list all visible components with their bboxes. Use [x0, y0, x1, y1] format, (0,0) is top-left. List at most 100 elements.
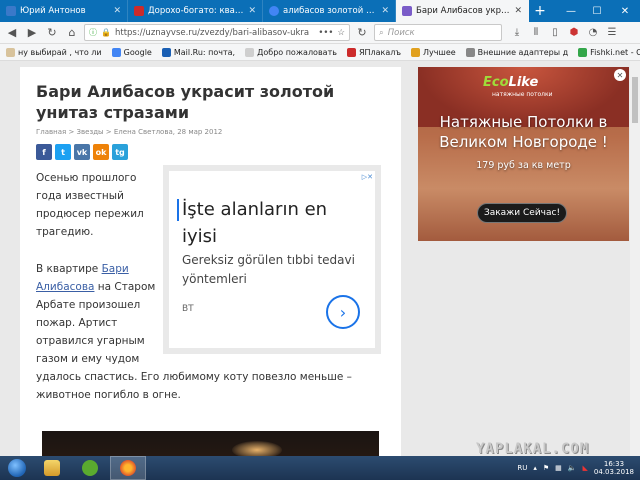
close-tab-icon[interactable]: ✕	[514, 6, 522, 16]
scrollbar-thumb[interactable]	[632, 77, 638, 123]
share-buttons: f t vk ok tg	[36, 144, 128, 160]
tab-yuriy-antonov[interactable]: Юрий Антонов ✕	[0, 0, 128, 22]
show-hidden-icons-icon[interactable]: ▴	[533, 464, 537, 472]
home-icon[interactable]: ⌂	[64, 25, 80, 41]
adblock-icon[interactable]: ⬢	[567, 26, 581, 40]
logo-part: Eco	[483, 75, 509, 90]
library-icon[interactable]: ⫴	[529, 26, 543, 40]
new-tab-button[interactable]: +	[529, 0, 551, 22]
url-text: https://uznayvse.ru/zvezdy/bari-alibasov…	[114, 27, 310, 38]
forward-icon[interactable]: ▶	[24, 25, 40, 41]
address-bar[interactable]: ⓘ 🔒 https://uznayvse.ru/zvezdy/bari-alib…	[84, 24, 350, 41]
bookmark-label: Google	[123, 47, 152, 57]
side-ad-banner[interactable]: EcoLike натяжные потолки Натяжные Потолк…	[418, 67, 629, 241]
maximize-icon[interactable]: ☐	[584, 0, 610, 22]
fishki-icon	[578, 47, 588, 57]
site-favicon-icon	[134, 6, 144, 16]
page-icon	[245, 47, 255, 57]
sidebar-icon[interactable]: ▯	[548, 26, 562, 40]
bookmark-star-icon[interactable]: ☆	[337, 28, 345, 38]
bookmark-item[interactable]: Google	[111, 47, 152, 57]
clock[interactable]: 16:33 04.03.2018	[594, 460, 634, 476]
bookmark-item[interactable]: ну выбирай , что ли	[6, 47, 102, 57]
telegram-share-icon[interactable]: tg	[112, 144, 128, 160]
adchoices-icon[interactable]: ▷✕	[362, 173, 373, 181]
volume-icon[interactable]: 🔈	[568, 464, 577, 472]
page-scrollbar[interactable]	[630, 61, 640, 456]
bookmark-item[interactable]: Mail.Ru: почта,	[161, 47, 236, 57]
tab-dorogo-bogato[interactable]: Дороxo-богато: квартира и ✕	[128, 0, 263, 22]
chevron-right-icon[interactable]: ›	[326, 295, 360, 329]
search-placeholder: Поиск	[387, 27, 415, 38]
close-tab-icon[interactable]: ✕	[381, 6, 389, 16]
start-button[interactable]	[0, 456, 34, 480]
close-ad-icon[interactable]: ✕	[614, 69, 626, 81]
extension-icon[interactable]: ◔	[586, 26, 600, 40]
facebook-share-icon[interactable]: f	[36, 144, 52, 160]
vk-favicon-icon	[6, 6, 16, 16]
bookmark-label: ЯПлакалъ	[358, 47, 402, 57]
text-span: на Старом Арбате произошел пожар. Артист…	[36, 281, 156, 365]
ad-headline: İşte alanların en iyisi	[182, 199, 328, 247]
ad-tagline: натяжные потолки	[492, 91, 553, 98]
tab-label: алибасов золотой унитаз	[283, 6, 377, 16]
tab-label: Бари Алибасов украсит зо	[416, 6, 511, 16]
back-icon[interactable]: ◀	[4, 25, 20, 41]
tab-label: Дороxo-богато: квартира и	[148, 6, 244, 16]
flag-icon[interactable]: ⚑	[543, 464, 549, 472]
taskbar-utorrent[interactable]	[72, 456, 108, 480]
folder-icon	[6, 47, 15, 57]
order-now-button[interactable]: Закажи Сейчас!	[477, 203, 567, 223]
bookmark-item[interactable]: Fishki.net - Сайт хоро	[578, 47, 640, 57]
bookmark-item[interactable]: Лучшее	[411, 47, 456, 57]
minimize-icon[interactable]: —	[558, 0, 584, 22]
bookmark-label: Добро пожаловать	[257, 47, 337, 57]
page-actions-icon[interactable]: •••	[318, 28, 333, 38]
mailru-icon	[161, 47, 171, 57]
network-icon[interactable]: ▦	[555, 464, 562, 472]
ok-share-icon[interactable]: ok	[93, 144, 109, 160]
vk-share-icon[interactable]: vk	[74, 144, 90, 160]
watermark: YAPLAKAL.COM	[476, 441, 590, 457]
google-icon	[111, 47, 121, 57]
inline-ad[interactable]: ▷✕ İşte alanların en iyisi Gereksiz görü…	[163, 165, 381, 354]
ad-body: Gereksiz görülen tıbbi tedavi yöntemleri	[182, 253, 355, 286]
yaplakal-icon	[346, 47, 356, 57]
tab-bar: Юрий Антонов ✕ Дороxo-богато: квартира и…	[0, 0, 640, 22]
downloads-icon[interactable]: ⤓	[510, 26, 524, 40]
antivirus-icon[interactable]: ◣	[583, 464, 588, 472]
article-paragraph: Осенью прошлого года известный продюсер …	[36, 172, 144, 238]
reload-icon[interactable]: ↻	[44, 25, 60, 41]
breadcrumb[interactable]: Главная > Звезды > Елена Светлова, 28 ма…	[36, 128, 222, 136]
lock-icon: 🔒	[101, 28, 111, 37]
bookmark-item[interactable]: Внешние адаптеры д	[465, 47, 568, 57]
utorrent-icon	[82, 460, 98, 476]
bookmark-label: Лучшее	[423, 47, 456, 57]
close-tab-icon[interactable]: ✕	[113, 6, 121, 16]
info-icon[interactable]: ⓘ	[89, 27, 97, 38]
firefox-icon	[120, 460, 136, 476]
bookmark-item[interactable]: Добро пожаловать	[245, 47, 337, 57]
site-favicon-icon	[402, 6, 412, 16]
article-paragraph: удалось спастись. Его любимому коту пове…	[36, 371, 352, 401]
bookmark-label: Fishki.net - Сайт хоро	[590, 47, 640, 57]
taskbar-firefox[interactable]	[110, 456, 146, 480]
reload-page-icon[interactable]: ↻	[354, 25, 370, 41]
page-icon	[465, 47, 475, 57]
tab-active-article[interactable]: Бари Алибасов украсит зо ✕	[396, 0, 529, 22]
ad-source: BT	[182, 304, 194, 314]
folder-icon	[44, 460, 60, 476]
close-tab-icon[interactable]: ✕	[248, 6, 256, 16]
menu-icon[interactable]: ☰	[605, 26, 619, 40]
bookmark-label: Mail.Ru: почта,	[173, 47, 236, 57]
bookmark-label: ну выбирай , что ли	[18, 47, 102, 57]
search-input[interactable]: ⌕ Поиск	[374, 24, 502, 41]
language-indicator[interactable]: RU	[517, 464, 527, 472]
bookmark-item[interactable]: ЯПлакалъ	[346, 47, 402, 57]
taskbar-explorer[interactable]	[34, 456, 70, 480]
close-window-icon[interactable]: ✕	[610, 0, 640, 22]
candle-light	[232, 441, 282, 456]
tab-google-search[interactable]: алибасов золотой унитаз ✕	[263, 0, 396, 22]
twitter-share-icon[interactable]: t	[55, 144, 71, 160]
system-tray: RU ▴ ⚑ ▦ 🔈 ◣ 16:33 04.03.2018	[517, 460, 640, 476]
